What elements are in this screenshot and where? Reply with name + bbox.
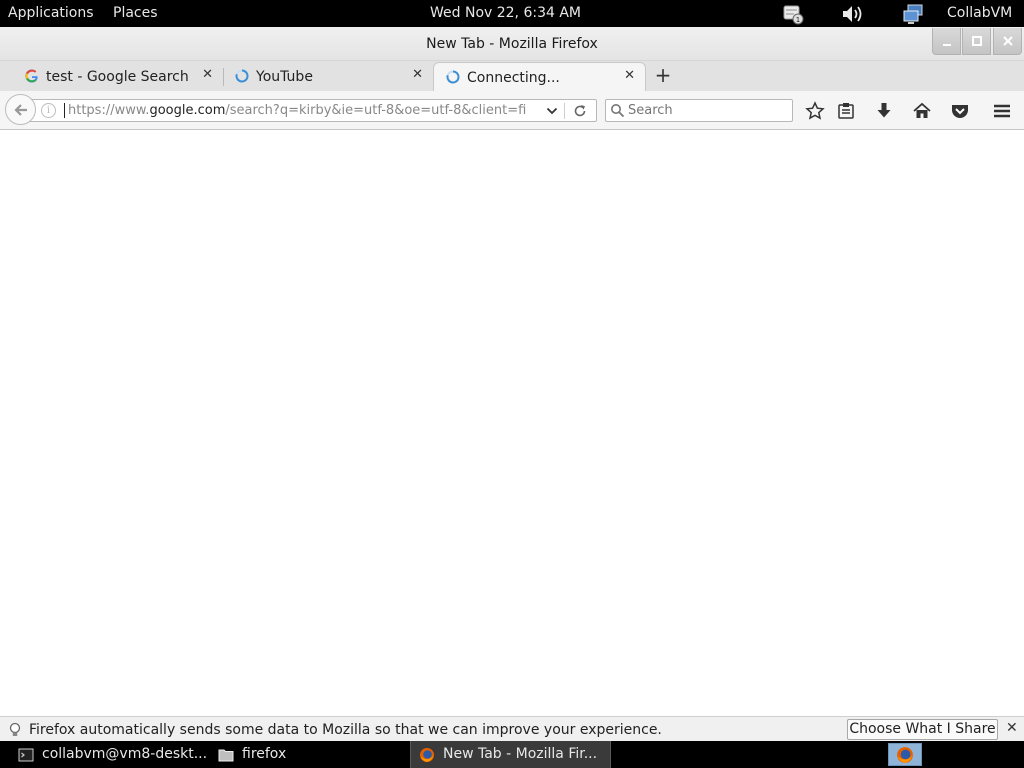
downloads-icon[interactable] <box>874 101 894 121</box>
minimize-icon <box>943 44 951 46</box>
back-button[interactable] <box>5 94 36 125</box>
folder-icon <box>218 747 234 763</box>
places-menu[interactable]: Places <box>113 5 158 22</box>
reload-icon[interactable] <box>572 103 588 119</box>
hamburger-menu-icon[interactable] <box>992 101 1012 121</box>
minimize-button[interactable] <box>932 28 961 55</box>
url-divider <box>564 103 565 119</box>
url-history-dropdown-icon[interactable] <box>545 104 559 118</box>
google-icon <box>25 69 39 83</box>
choose-what-i-share-button[interactable]: Choose What I Share <box>847 719 998 740</box>
taskbar: collabvm@vm8-deskt... firefox New Tab - … <box>0 741 1024 768</box>
maximize-icon <box>972 36 982 46</box>
clock[interactable]: Wed Nov 22, 6:34 AM <box>430 5 581 22</box>
window-titlebar[interactable]: New Tab - Mozilla Firefox <box>0 27 1024 61</box>
lightbulb-icon <box>8 722 22 742</box>
close-notification-icon[interactable]: ✕ <box>1006 720 1018 736</box>
pocket-icon[interactable] <box>950 101 970 121</box>
taskbar-item-label: collabvm@vm8-deskt... <box>42 746 208 762</box>
url-text[interactable]: https://www.google.com/search?q=kirby&ie… <box>68 103 540 118</box>
home-icon[interactable] <box>912 101 932 121</box>
close-tab-icon[interactable]: ✕ <box>412 67 423 82</box>
tab-youtube[interactable]: YouTube ✕ <box>223 62 433 91</box>
tab-connecting[interactable]: Connecting... ✕ <box>433 62 646 91</box>
taskbar-item-files[interactable]: firefox <box>210 741 410 768</box>
back-arrow-icon <box>14 104 27 116</box>
applications-menu[interactable]: Applications <box>8 5 94 22</box>
taskbar-item-label: New Tab - Mozilla Fir... <box>443 746 598 762</box>
close-window-button[interactable] <box>993 28 1022 55</box>
search-icon <box>610 103 625 122</box>
volume-icon[interactable] <box>841 3 863 25</box>
search-input[interactable] <box>628 102 788 119</box>
close-tab-icon[interactable]: ✕ <box>202 67 213 82</box>
notification-bar: Firefox automatically sends some data to… <box>0 716 1024 741</box>
firefox-icon <box>419 747 435 763</box>
window-title: New Tab - Mozilla Firefox <box>426 36 598 52</box>
loading-spinner-icon <box>446 70 460 84</box>
workspace-switcher[interactable] <box>888 743 922 766</box>
loading-spinner-icon <box>235 69 249 83</box>
taskbar-item-firefox[interactable]: New Tab - Mozilla Fir... <box>410 741 611 768</box>
navigation-toolbar: i https://www.google.com/search?q=kirby&… <box>0 91 1024 130</box>
page-content[interactable] <box>0 131 1024 715</box>
network-icon[interactable] <box>902 3 924 25</box>
url-bar[interactable]: i https://www.google.com/search?q=kirby&… <box>30 99 597 122</box>
bookmark-star-icon[interactable] <box>805 101 825 121</box>
taskbar-item-terminal[interactable]: collabvm@vm8-deskt... <box>10 741 210 768</box>
bookmarks-list-icon[interactable] <box>836 101 856 121</box>
tab-label: Connecting... <box>467 70 560 86</box>
tab-google-search[interactable]: test - Google Search ✕ <box>13 62 223 91</box>
notification-message: Firefox automatically sends some data to… <box>29 722 662 738</box>
url-path: /search?q=kirby&ie=utf-8&oe=utf-8&client… <box>225 103 527 118</box>
url-host: google.com <box>149 103 226 118</box>
notification-icon[interactable]: 1 <box>782 3 804 25</box>
tab-label: test - Google Search <box>46 69 189 85</box>
info-icon[interactable]: i <box>41 103 56 118</box>
text-caret <box>64 103 65 118</box>
taskbar-item-label: firefox <box>242 746 287 762</box>
search-bar[interactable] <box>605 99 793 122</box>
top-panel: Applications Places Wed Nov 22, 6:34 AM … <box>0 0 1024 27</box>
user-menu[interactable]: CollabVM <box>947 5 1012 22</box>
close-icon <box>1003 36 1013 46</box>
tab-strip: test - Google Search ✕ YouTube ✕ Connect… <box>0 61 1024 91</box>
new-tab-button[interactable]: + <box>652 64 674 86</box>
firefox-icon <box>897 747 913 763</box>
terminal-icon <box>18 747 34 763</box>
url-prefix: https://www. <box>68 103 150 118</box>
svg-text:1: 1 <box>796 16 800 24</box>
tab-label: YouTube <box>256 69 313 85</box>
maximize-button[interactable] <box>962 28 991 55</box>
close-tab-icon[interactable]: ✕ <box>624 68 635 83</box>
